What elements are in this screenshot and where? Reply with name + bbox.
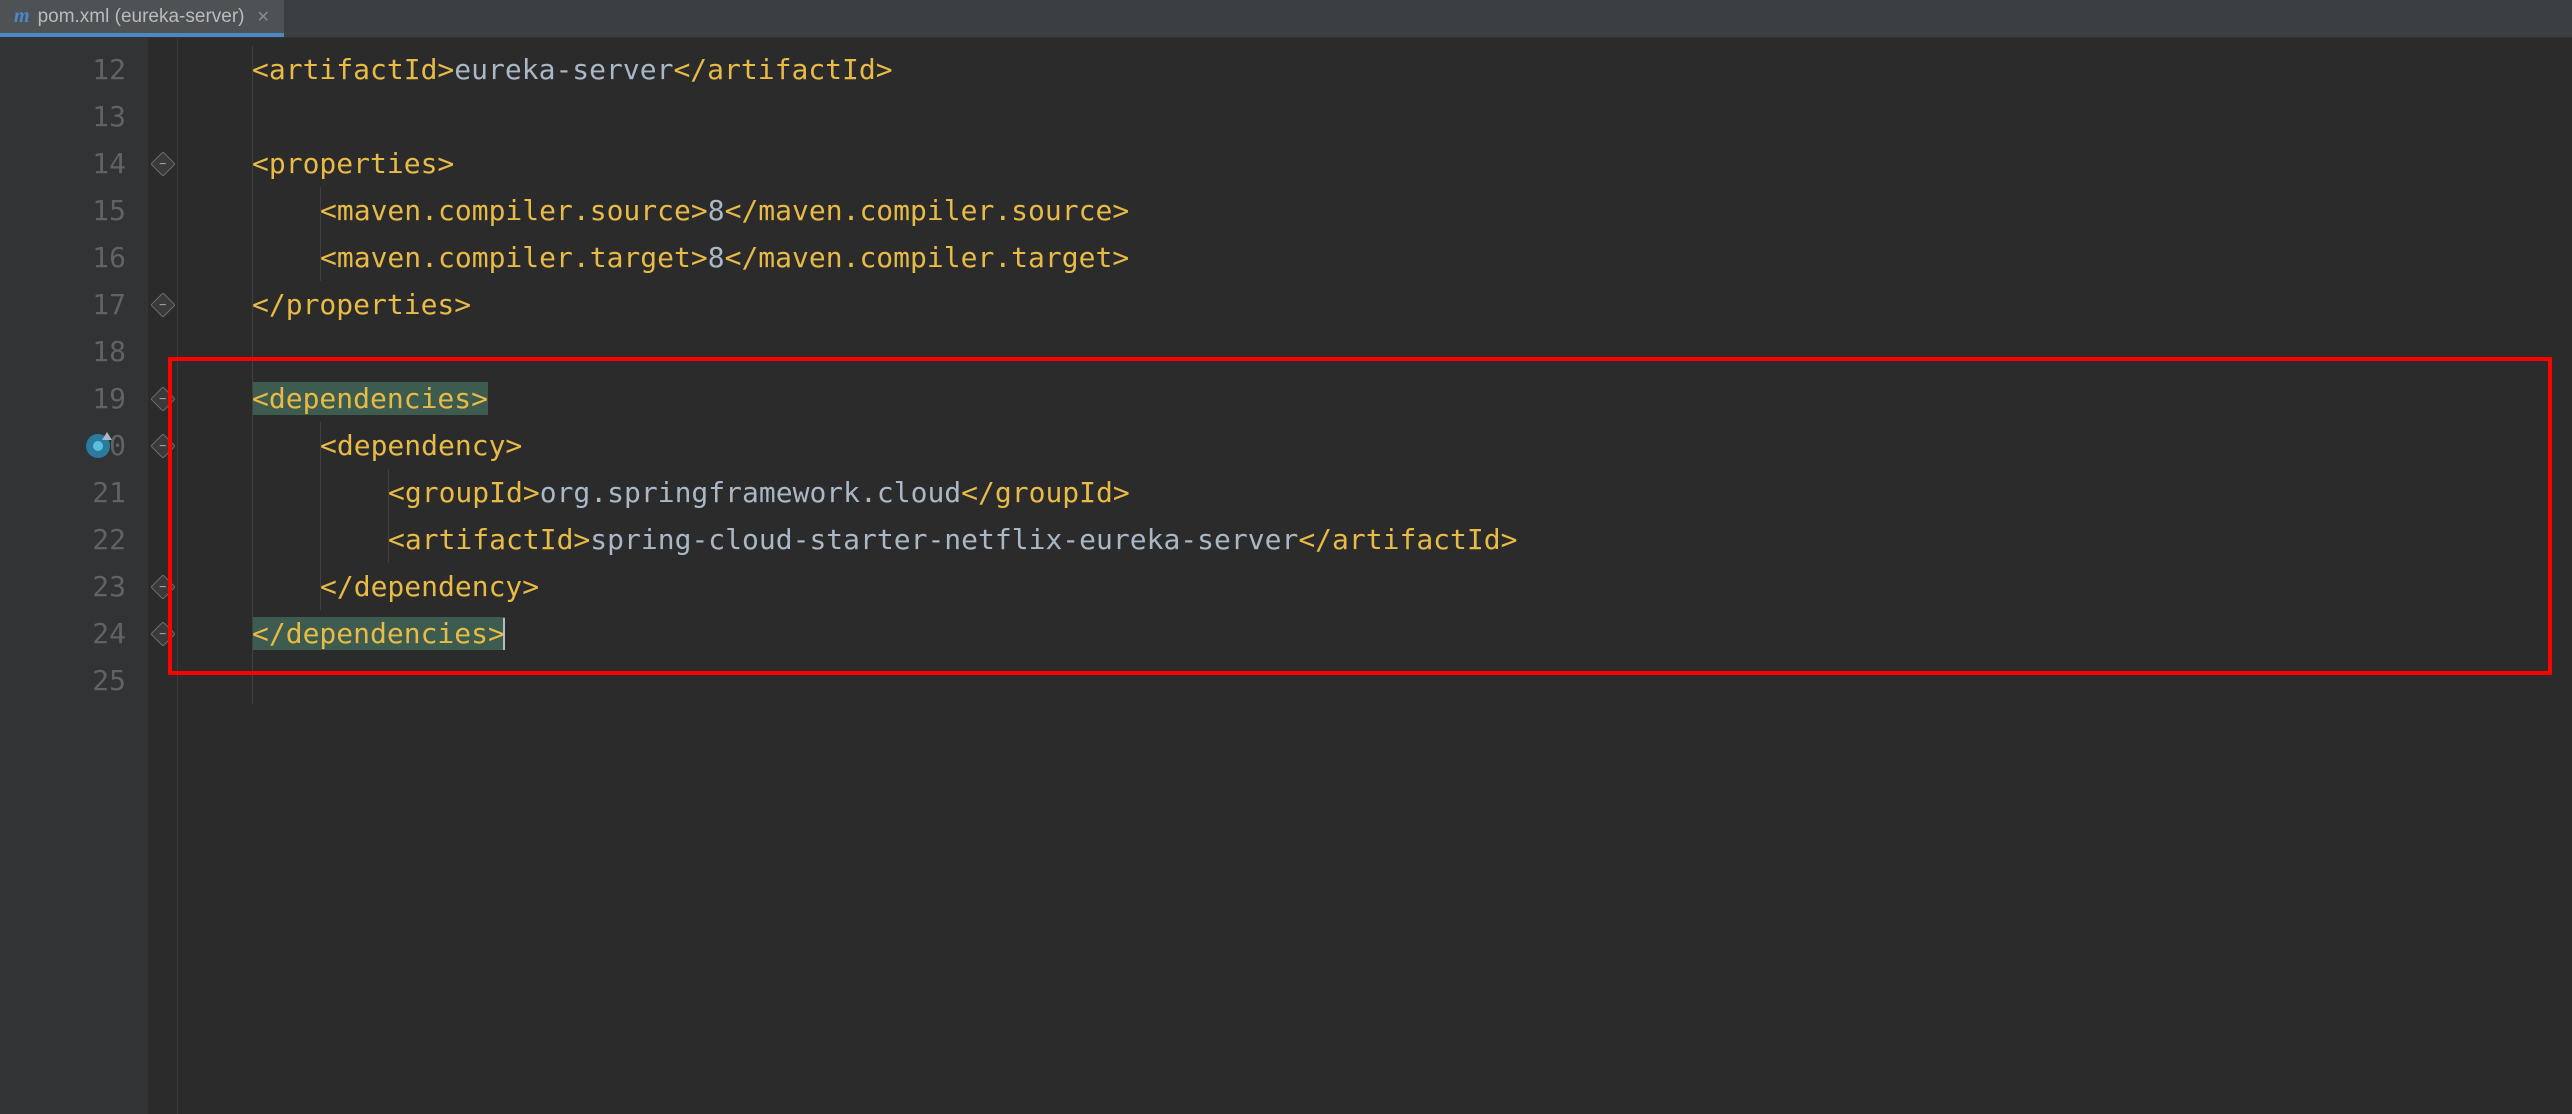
gutter-row: 22 (0, 516, 148, 563)
maven-file-icon: m (14, 5, 30, 28)
gutter-row: 12 (0, 46, 148, 93)
fold-row: − (148, 563, 177, 610)
indent-guide (388, 469, 389, 563)
xml-tag: </maven.compiler.target> (725, 241, 1130, 274)
xml-tag: <maven.compiler.target> (320, 241, 708, 274)
fold-row: − (148, 375, 177, 422)
fold-bar: − − − − − − (148, 38, 178, 1114)
fold-row: − (148, 281, 177, 328)
xml-tag: </groupId> (961, 476, 1130, 509)
close-icon[interactable]: ✕ (257, 7, 270, 27)
gutter-row: 18 (0, 328, 148, 375)
xml-text: org.springframework.cloud (540, 476, 961, 509)
line-number: 14 (92, 147, 126, 180)
gutter: 12 13 14 15 16 17 18 19 20 21 22 23 24 25 (0, 38, 148, 1114)
fold-row: − (148, 610, 177, 657)
line-number: 21 (92, 476, 126, 509)
xml-tag: <groupId> (388, 476, 540, 509)
code-line[interactable]: <groupId>org.springframework.cloud</grou… (184, 469, 2572, 516)
fold-open-icon[interactable]: − (150, 151, 175, 176)
xml-text: 8 (708, 194, 725, 227)
xml-tag: </maven.compiler.source> (725, 194, 1130, 227)
gutter-row: 19 (0, 375, 148, 422)
fold-close-icon[interactable]: − (150, 574, 175, 599)
fold-row (148, 516, 177, 563)
xml-text: eureka-server (454, 53, 673, 86)
code-area[interactable]: <artifactId>eureka-server</artifactId><p… (178, 38, 2572, 1114)
line-number: 25 (92, 664, 126, 697)
xml-tag: </artifactId> (1298, 523, 1517, 556)
gutter-row: 23 (0, 563, 148, 610)
line-number: 13 (92, 100, 126, 133)
line-number: 15 (92, 194, 126, 227)
indent-guide (252, 46, 253, 704)
code-line[interactable]: <dependencies> (184, 375, 2572, 422)
fold-row: − (148, 422, 177, 469)
xml-text: spring-cloud-starter-netflix-eureka-serv… (590, 523, 1298, 556)
code-line[interactable]: <maven.compiler.target>8</maven.compiler… (184, 234, 2572, 281)
code-line[interactable]: <maven.compiler.source>8</maven.compiler… (184, 187, 2572, 234)
indent-guide (320, 187, 321, 281)
dependency-update-icon[interactable] (86, 434, 110, 458)
xml-text: 8 (708, 241, 725, 274)
line-number: 17 (92, 288, 126, 321)
line-number: 22 (92, 523, 126, 556)
fold-open-icon[interactable]: − (150, 386, 175, 411)
code-line[interactable]: <dependency> (184, 422, 2572, 469)
xml-tag: <artifactId> (388, 523, 590, 556)
xml-tag: <maven.compiler.source> (320, 194, 708, 227)
code-line[interactable]: <properties> (184, 140, 2572, 187)
tab-bar: m pom.xml (eureka-server) ✕ (0, 0, 2572, 38)
fold-row (148, 469, 177, 516)
line-number: 23 (92, 570, 126, 603)
line-number: 18 (92, 335, 126, 368)
xml-tag: <artifactId> (252, 53, 454, 86)
fold-row: − (148, 140, 177, 187)
fold-close-icon[interactable]: − (150, 621, 175, 646)
fold-row (148, 234, 177, 281)
fold-row (148, 657, 177, 704)
line-number: 24 (92, 617, 126, 650)
fold-row (148, 93, 177, 140)
xml-tag: <properties> (252, 147, 454, 180)
code-line[interactable]: </properties> (184, 281, 2572, 328)
code-line[interactable]: </dependencies> (184, 610, 2572, 657)
fold-row (148, 328, 177, 375)
fold-close-icon[interactable]: − (150, 292, 175, 317)
xml-tag: <dependency> (320, 429, 522, 462)
gutter-row: 21 (0, 469, 148, 516)
xml-tag: <dependencies> (252, 382, 488, 415)
gutter-row: 24 (0, 610, 148, 657)
xml-tag: </dependency> (320, 570, 539, 603)
gutter-row: 20 (0, 422, 148, 469)
code-line[interactable] (184, 93, 2572, 140)
fold-open-icon[interactable]: − (150, 433, 175, 458)
tab-filename: pom.xml (eureka-server) (38, 6, 245, 28)
gutter-row: 17 (0, 281, 148, 328)
fold-row (148, 187, 177, 234)
xml-tag: </artifactId> (673, 53, 892, 86)
gutter-row: 15 (0, 187, 148, 234)
xml-tag: </dependencies> (252, 617, 505, 650)
gutter-row: 14 (0, 140, 148, 187)
line-number: 19 (92, 382, 126, 415)
text-cursor (503, 618, 505, 650)
code-line[interactable]: <artifactId>spring-cloud-starter-netflix… (184, 516, 2572, 563)
line-number: 12 (92, 53, 126, 86)
gutter-row: 16 (0, 234, 148, 281)
gutter-row: 25 (0, 657, 148, 704)
code-line[interactable] (184, 328, 2572, 375)
xml-tag: </properties> (252, 288, 471, 321)
code-line[interactable]: <artifactId>eureka-server</artifactId> (184, 46, 2572, 93)
code-line[interactable] (184, 657, 2572, 704)
gutter-row: 13 (0, 93, 148, 140)
indent-guide (320, 422, 321, 610)
code-line[interactable]: </dependency> (184, 563, 2572, 610)
fold-row (148, 46, 177, 93)
editor-area: 12 13 14 15 16 17 18 19 20 21 22 23 24 25 − − − − − − <art… (0, 38, 2572, 1114)
file-tab[interactable]: m pom.xml (eureka-server) ✕ (0, 0, 284, 37)
line-number: 16 (92, 241, 126, 274)
